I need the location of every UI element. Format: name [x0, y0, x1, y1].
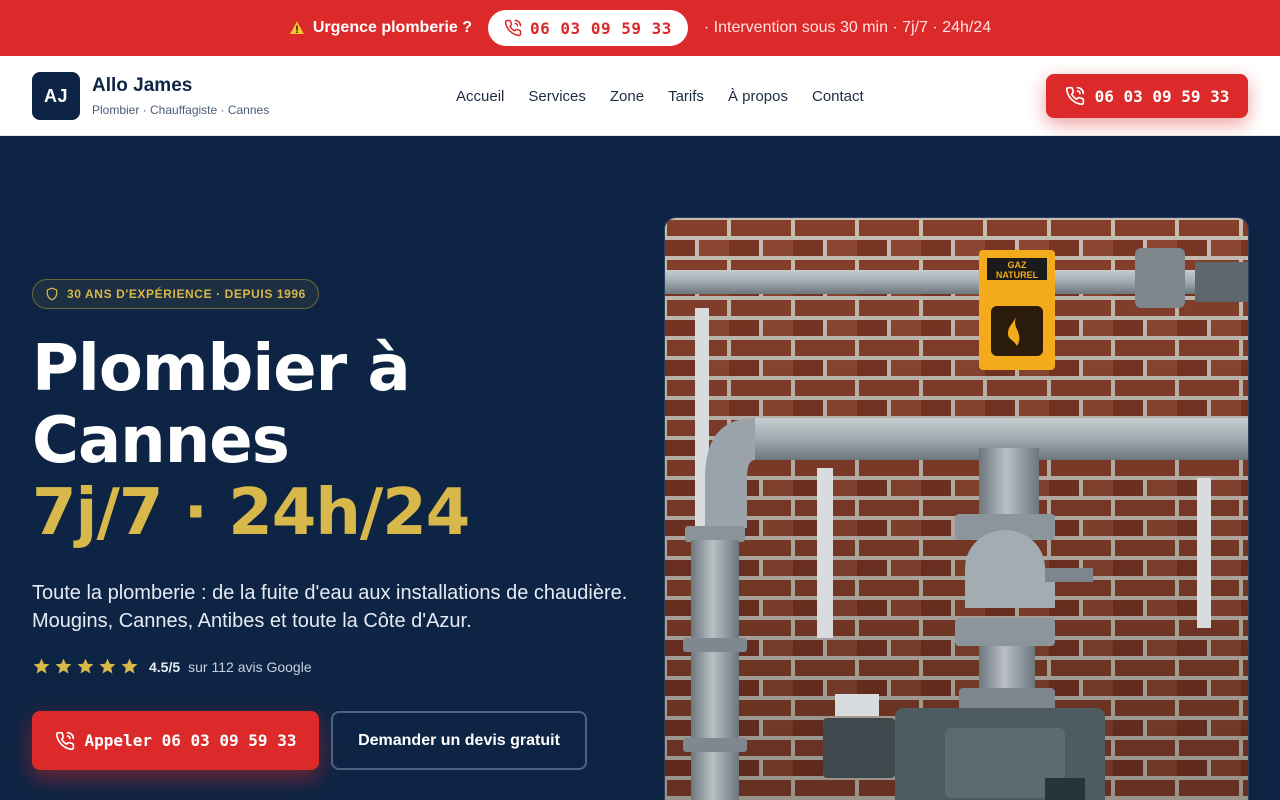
header-call-button[interactable]: 06 03 09 59 33 [1046, 74, 1248, 118]
plumbing-illustration: GAZ NATUREL [665, 218, 1248, 800]
quote-button[interactable]: Demander un devis gratuit [331, 711, 587, 770]
nav-item-zone[interactable]: Zone [610, 88, 644, 105]
star-icon [121, 658, 138, 674]
logo: AJ [32, 72, 80, 120]
experience-badge: 30 ANS D'EXPÉRIENCE · DEPUIS 1996 [32, 279, 319, 309]
google-rating: 4.5/5 sur 112 avis Google [32, 657, 312, 676]
nav-item-a-propos[interactable]: À propos [728, 88, 788, 105]
hero-section: 30 ANS D'EXPÉRIENCE · DEPUIS 1996 Plombi… [0, 137, 1280, 800]
brand-name: Allo James [92, 75, 193, 96]
hero-call-button[interactable]: Appeler 06 03 09 59 33 [32, 711, 319, 770]
hero-call-label: Appeler 06 03 09 59 33 [84, 731, 297, 750]
urgency-text: Urgence plomberie ? [312, 19, 473, 36]
photo-sign-line1: GAZ [1008, 260, 1028, 270]
photo-sign-line2: NATUREL [996, 270, 1039, 280]
hero-title-highlight: 7j/7 · 24h/24 [32, 476, 470, 550]
topbar-phone-number: 06 03 09 59 33 [530, 18, 672, 38]
experience-badge-text: 30 ANS D'EXPÉRIENCE · DEPUIS 1996 [67, 287, 306, 301]
header-call-number: 06 03 09 59 33 [1094, 86, 1230, 106]
urgency-label: Urgence plomberie ? [289, 19, 472, 37]
hero-lead: Toute la plomberie : de la fuite d'eau a… [32, 582, 628, 632]
quote-button-label: Demander un devis gratuit [358, 731, 560, 749]
star-icon [77, 658, 94, 674]
brand-tagline: Plombier · Chauffagiste · Cannes [92, 103, 270, 117]
rating-stars [32, 657, 139, 676]
shield-icon [46, 287, 58, 301]
nav-item-accueil[interactable]: Accueil [456, 88, 504, 105]
star-icon [99, 658, 116, 674]
phone-icon [1065, 86, 1084, 106]
phone-icon [55, 731, 74, 750]
main-nav: Accueil Services Zone Tarifs À propos Co… [456, 56, 864, 136]
nav-item-contact[interactable]: Contact [812, 88, 864, 105]
topbar-phone-button[interactable]: 06 03 09 59 33 [488, 10, 688, 46]
brand[interactable]: AJ Allo James Plombier · Chauffagiste · … [32, 72, 269, 120]
hero-title-line1: Plombier à [32, 332, 411, 406]
rating-score: 4.5/5 [149, 658, 181, 675]
brand-text: Allo James Plombier · Chauffagiste · Can… [92, 75, 269, 117]
hero-photo: GAZ NATUREL [664, 217, 1249, 800]
warning-icon [289, 21, 304, 34]
urgency-bar: Urgence plomberie ? 06 03 09 59 33 · Int… [0, 0, 1280, 56]
site-header: AJ Allo James Plombier · Chauffagiste · … [0, 56, 1280, 136]
hero-title: Plombier à Cannes 7j/7 · 24h/24 [32, 332, 470, 550]
star-icon [33, 658, 50, 674]
nav-item-services[interactable]: Services [528, 88, 586, 105]
nav-item-tarifs[interactable]: Tarifs [668, 88, 704, 105]
rating-reviews: sur 112 avis Google [188, 658, 312, 675]
phone-icon [504, 19, 522, 37]
star-icon [55, 658, 72, 674]
topbar-info: · Intervention sous 30 min · 7j/7 · 24h/… [703, 19, 992, 36]
hero-title-line2: Cannes [32, 404, 290, 478]
